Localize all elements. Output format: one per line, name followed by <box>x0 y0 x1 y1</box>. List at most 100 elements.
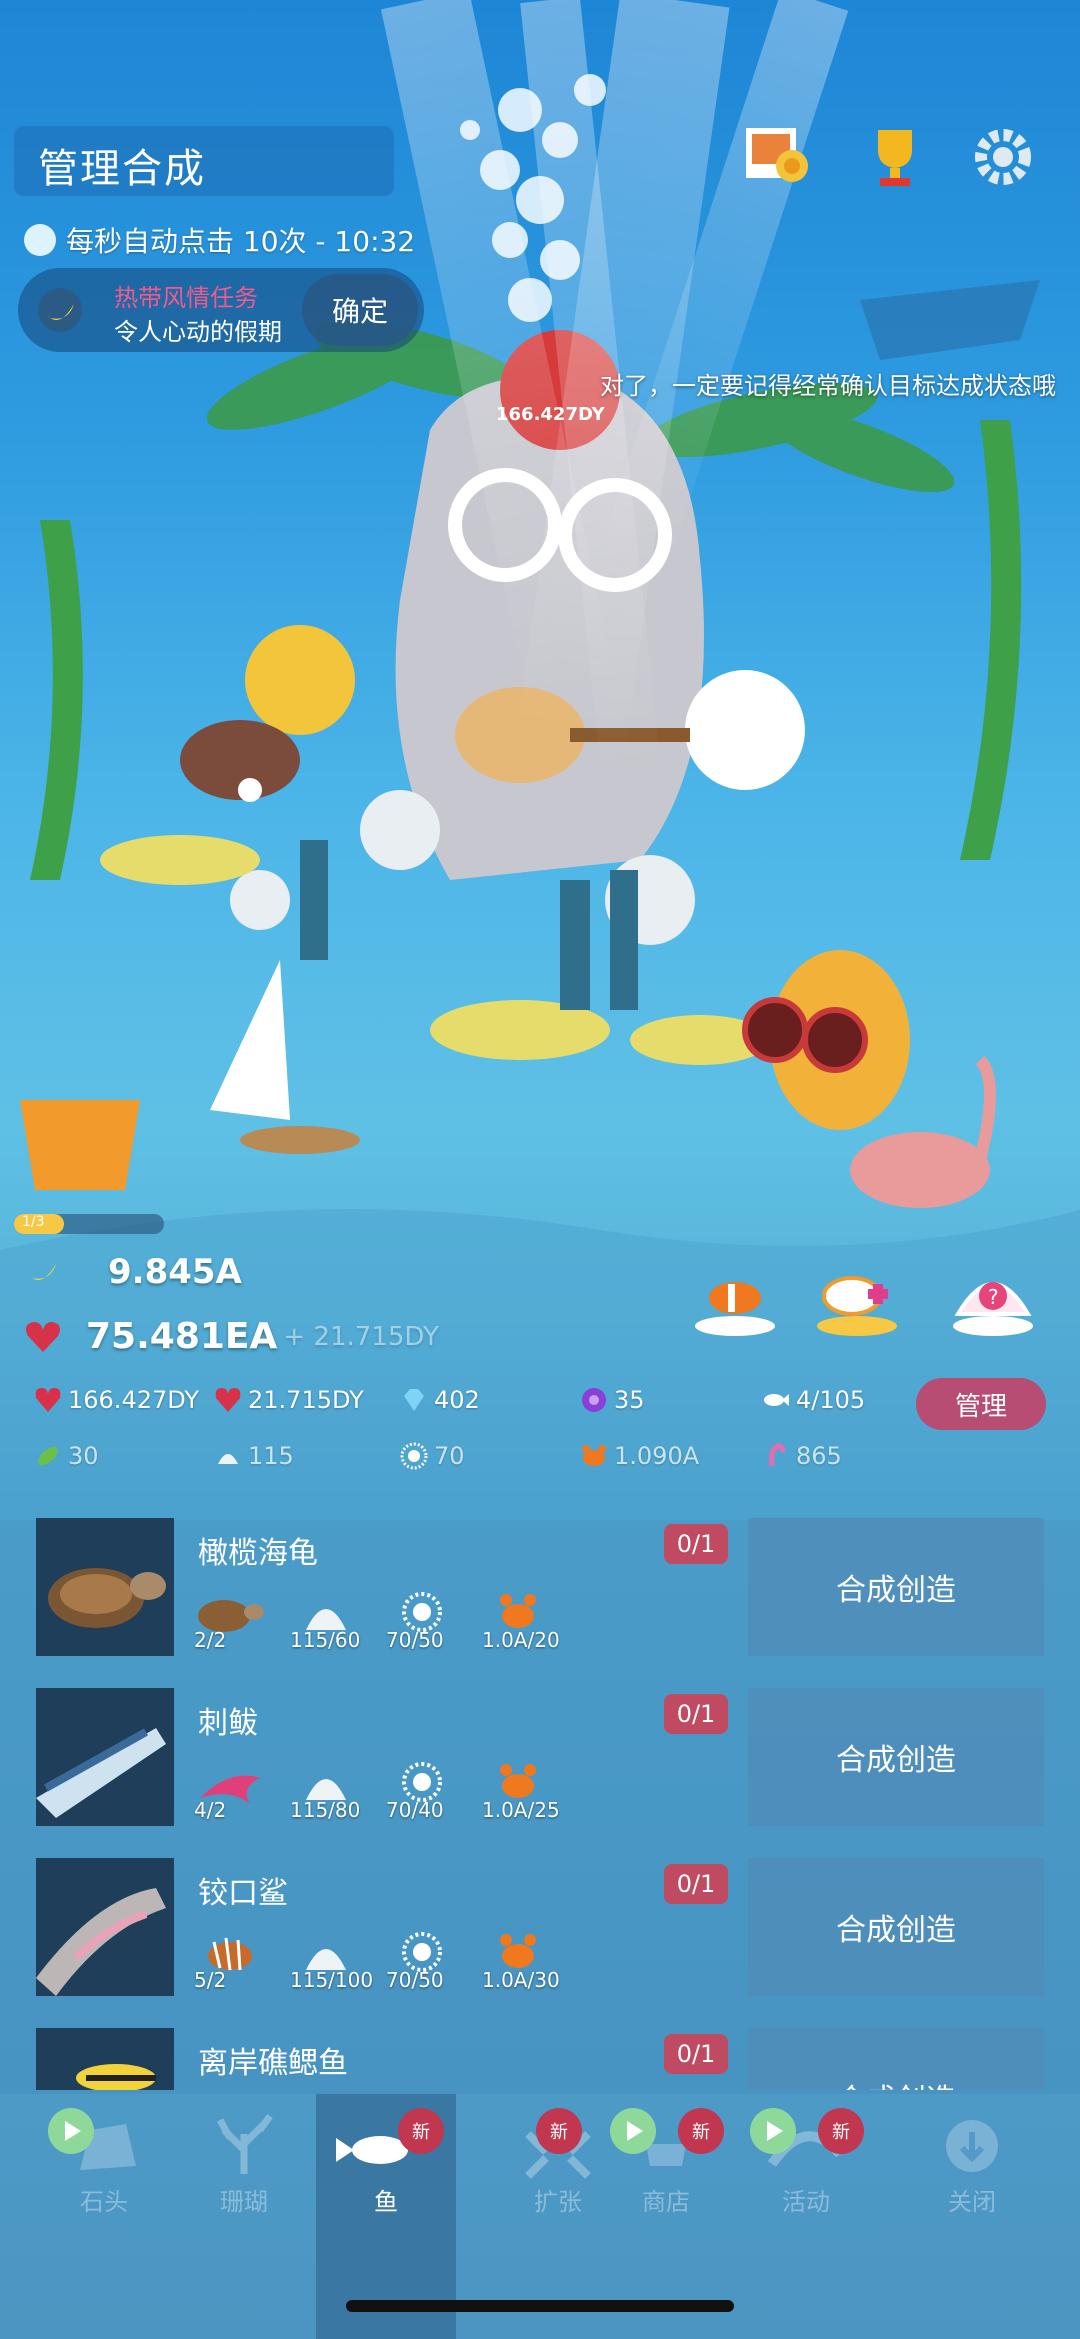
synthesize-button[interactable]: 合成创造 <box>748 1518 1044 1656</box>
shell-value: 115 <box>248 1442 294 1470</box>
auto-click-status: 每秒自动点击 10次 - 10:32 <box>24 220 415 260</box>
new-badge: 新 <box>818 2108 864 2154</box>
flamingo-icon <box>762 1442 790 1470</box>
confirm-button[interactable]: 确定 <box>302 274 418 346</box>
heart-rate: + 21.715DY <box>283 1321 439 1352</box>
banana-icon <box>38 288 82 332</box>
req-crab: 1.0A/30 <box>478 1928 560 1992</box>
requirements: 4/2 115/80 70/40 1.0A/25 <box>190 1758 560 1822</box>
stat-tap-heart: 166.427DY <box>34 1386 199 1414</box>
synthesize-button[interactable]: 合成创造 <box>748 1858 1044 1996</box>
tab-label: 活动 <box>782 2188 830 2216</box>
gem-icon <box>400 1386 428 1414</box>
manage-button[interactable]: 管理 <box>916 1378 1046 1430</box>
new-badge: 新 <box>678 2108 724 2154</box>
tab-close[interactable]: 关闭 <box>902 2094 1042 2244</box>
coral-icon <box>216 2113 273 2174</box>
stat-pearls: 35 <box>580 1386 645 1414</box>
tab-label: 珊瑚 <box>220 2188 268 2216</box>
recipe-count: 0/1 <box>664 2034 728 2074</box>
stat-auto-heart: 21.715DY <box>214 1386 364 1414</box>
req-shell: 115/100 <box>286 1928 373 1992</box>
add-fish-icon[interactable] <box>812 1254 902 1344</box>
floating-value: 166.427DY <box>496 404 605 425</box>
task-name: 令人心动的假期 <box>114 318 282 346</box>
list-item: 刺鲅 0/1 4/2 115/80 70/40 1.0A/25 合成创造 <box>36 1688 1044 1826</box>
heart-currency: 75.481EA + 21.715DY <box>24 1316 439 1357</box>
tab-shop[interactable]: 新 商店 <box>596 2094 736 2244</box>
pearls-value: 35 <box>614 1386 645 1414</box>
synthesize-button[interactable]: 合成创造 <box>748 2028 1044 2090</box>
req-lionfish: 5/2 <box>190 1928 270 1992</box>
stat-seaweed: 30 <box>34 1442 99 1470</box>
album-icon[interactable] <box>742 122 812 192</box>
stat-flamingo: 865 <box>762 1442 842 1470</box>
recipe-name: 橄榄海龟 <box>198 1536 318 1571</box>
req-turtle: 2/2 <box>190 1588 270 1652</box>
reef-fish-thumbnail <box>36 2028 174 2090</box>
tab-event[interactable]: 新 活动 <box>736 2094 876 2244</box>
recipe-name: 刺鲅 <box>198 1706 258 1741</box>
req-label: 115/80 <box>290 1798 361 1822</box>
new-badge: 新 <box>536 2108 582 2154</box>
mystery-shell-icon[interactable]: ? <box>948 1254 1038 1344</box>
req-crab: 1.0A/25 <box>478 1758 560 1822</box>
play-icon <box>48 2108 94 2154</box>
recipe-name: 铰口鲨 <box>198 1876 288 1911</box>
stat-fish-count: 4/105 <box>762 1386 865 1414</box>
wahoo-thumbnail <box>36 1688 174 1826</box>
level-progress-text: 1/3 <box>22 1214 45 1230</box>
crab-icon <box>580 1442 608 1470</box>
req-label: 115/100 <box>290 1968 374 1992</box>
tab-label: 鱼 <box>374 2188 398 2216</box>
req-urchin: 70/40 <box>382 1758 462 1822</box>
req-label: 4/2 <box>194 1798 227 1822</box>
urchin-value: 70 <box>434 1442 465 1470</box>
list-item: 铰口鲨 0/1 5/2 115/100 70/50 1.0A/30 合成创造 <box>36 1858 1044 1996</box>
tab-coral[interactable]: 珊瑚 <box>174 2094 314 2244</box>
new-badge: 新 <box>398 2108 444 2154</box>
trophy-icon[interactable] <box>860 122 930 192</box>
auto-heart-icon <box>214 1386 242 1414</box>
req-label: 2/2 <box>194 1628 227 1652</box>
req-shell: 115/80 <box>286 1758 366 1822</box>
heart-icon <box>24 1318 62 1356</box>
gear-icon[interactable] <box>968 122 1038 192</box>
stat-shell: 115 <box>214 1442 294 1470</box>
synthesize-button[interactable]: 合成创造 <box>748 1688 1044 1826</box>
banana-amount: 9.845A <box>108 1252 242 1292</box>
fish-count-value: 4/105 <box>796 1386 866 1414</box>
tab-label: 关闭 <box>948 2188 996 2216</box>
req-label: 115/60 <box>290 1628 361 1652</box>
olive-turtle-thumbnail <box>36 1518 174 1656</box>
tab-stone[interactable]: 石头 <box>34 2094 174 2244</box>
seaweed-value: 30 <box>68 1442 99 1470</box>
home-indicator[interactable] <box>346 2300 734 2312</box>
level-progress: 1/3 <box>14 1214 164 1234</box>
tab-label: 石头 <box>80 2188 128 2216</box>
banana-currency: 9.845A <box>24 1252 242 1292</box>
recipe-count: 0/1 <box>664 1694 728 1734</box>
req-label: 70/50 <box>386 1628 444 1652</box>
task-panel[interactable]: 热带风情任务 令人心动的假期 确定 <box>18 268 424 352</box>
pearl-icon <box>580 1386 608 1414</box>
auto-click-text: 每秒自动点击 10次 - 10:32 <box>66 225 416 258</box>
nurse-shark-thumbnail <box>36 1858 174 1996</box>
clownfish-shortcut-icon[interactable] <box>690 1254 780 1344</box>
page-title: 管理合成 <box>38 146 206 192</box>
svg-text:?: ? <box>988 1285 999 1309</box>
req-label: 5/2 <box>194 1968 227 1992</box>
recipe-count: 0/1 <box>664 1864 728 1904</box>
play-icon <box>750 2108 796 2154</box>
shell-icon <box>214 1442 242 1470</box>
recipe-name: 离岸礁鳃鱼 <box>198 2046 348 2081</box>
req-label: 1.0A/20 <box>482 1628 560 1652</box>
req-urchin: 70/50 <box>382 1928 462 1992</box>
auto-heart-value: 21.715DY <box>248 1386 364 1414</box>
fish-icon <box>762 1386 790 1414</box>
urchin-icon <box>400 1442 428 1470</box>
recipe-list[interactable]: 橄榄海龟 0/1 2/2 115/60 70/50 1.0A/20 合成创造 刺… <box>0 1518 1080 2090</box>
tap-icon <box>24 224 56 256</box>
req-label: 70/40 <box>386 1798 444 1822</box>
title-bar: 管理合成 <box>14 126 394 196</box>
